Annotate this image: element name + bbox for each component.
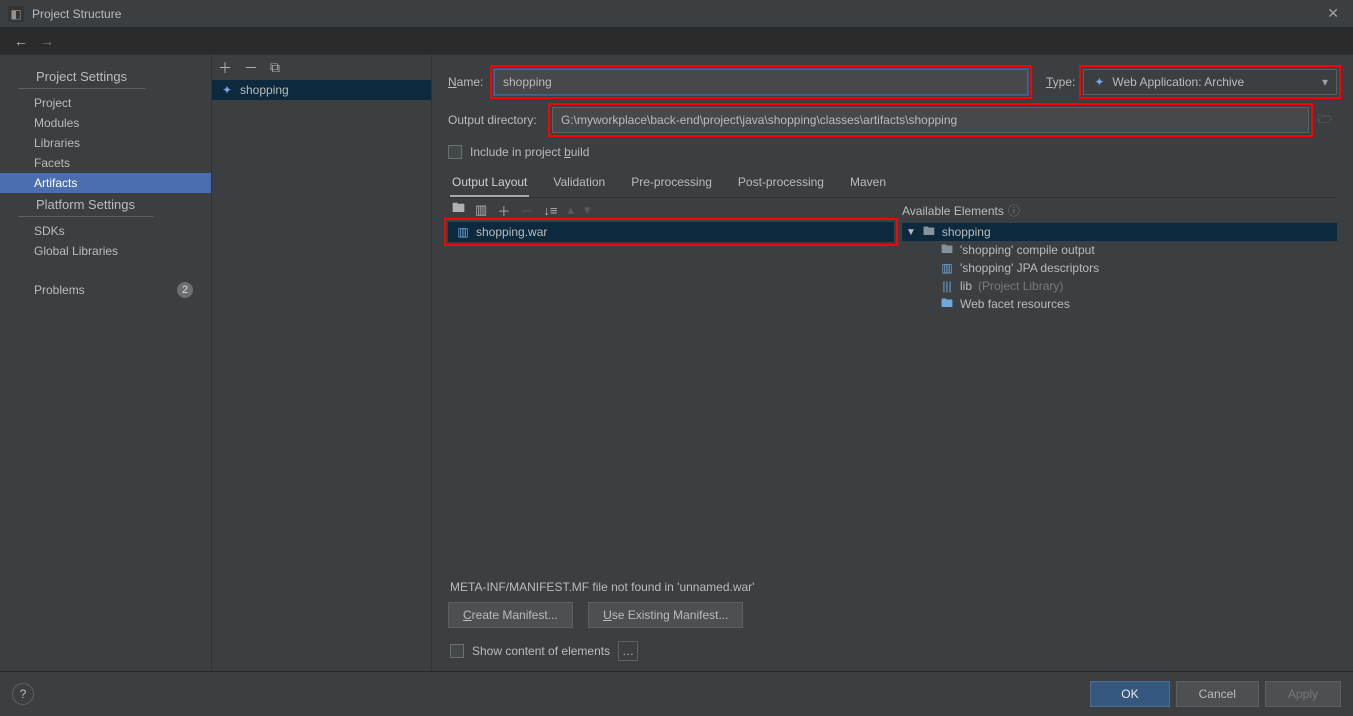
web-icon: ✦ [1092,75,1106,89]
sidebar-item-artifacts[interactable]: Artifacts [0,173,211,193]
sidebar-heading-project: Project Settings [18,65,145,89]
tab-pre-processing[interactable]: Pre-processing [629,169,714,197]
artifacts-list: ＋ － ⧉ ✦ shopping [212,55,432,671]
apply-button[interactable]: Apply [1265,681,1341,707]
avail-root[interactable]: ▼ 🖿 shopping [902,223,1337,241]
output-toolbar: 🖿 ▥ ＋ － ↓≡ ▴ ▾ [448,198,894,222]
create-manifest-button[interactable]: Create Manifest... [448,602,573,628]
artifact-label: shopping [240,83,289,97]
folder-icon: 🖿 [922,225,936,239]
remove-item-icon[interactable]: － [520,201,533,220]
close-icon[interactable]: ✕ [1321,5,1345,22]
forward-icon[interactable]: → [34,33,60,49]
sort-icon[interactable]: ↓≡ [543,203,557,218]
copy-icon[interactable]: ⧉ [270,59,280,76]
archive-icon: ▥ [456,225,470,239]
library-icon: ||| [940,279,954,293]
back-icon[interactable]: ← [8,33,34,49]
window-title: Project Structure [32,7,1321,21]
sidebar: Project Settings Project Modules Librari… [0,55,212,671]
footer: ? OK Cancel Apply [0,671,1353,716]
outdir-input[interactable] [552,107,1309,133]
type-label: Type: [1046,75,1075,89]
sidebar-item-facets[interactable]: Facets [0,153,211,173]
use-existing-manifest-button[interactable]: Use Existing Manifest... [588,602,743,628]
move-up-icon[interactable]: ▴ [567,202,574,218]
show-content-label: Show content of elements [472,644,610,658]
avail-jpa-descriptors[interactable]: ▥ 'shopping' JPA descriptors [902,259,1337,277]
type-value: Web Application: Archive [1112,75,1244,89]
artifact-row[interactable]: ✦ shopping [212,80,431,100]
output-icon: 🖿 [940,243,954,257]
problems-count-badge: 2 [177,282,193,298]
manifest-message: META-INF/MANIFEST.MF file not found in '… [448,572,894,602]
nav-bar: ← → [0,28,1353,55]
outdir-label: Output directory: [448,113,552,127]
name-input[interactable] [494,69,1028,95]
avail-compile-output[interactable]: 🖿 'shopping' compile output [902,241,1337,259]
sidebar-item-project[interactable]: Project [0,93,211,113]
cancel-button[interactable]: Cancel [1176,681,1259,707]
tab-validation[interactable]: Validation [551,169,607,197]
help-icon[interactable]: ⓘ [1008,202,1020,219]
expand-icon[interactable]: ▼ [906,227,916,238]
include-build-label: Include in project build [470,145,589,159]
sidebar-item-libraries[interactable]: Libraries [0,133,211,153]
tab-post-processing[interactable]: Post-processing [736,169,826,197]
add-icon[interactable]: ＋ [218,58,232,78]
name-label: Name: [448,75,494,89]
avail-web-facet[interactable]: 🖿 Web facet resources [902,295,1337,313]
title-bar: ◧ Project Structure ✕ [0,0,1353,28]
chevron-down-icon: ▾ [1322,75,1328,89]
sidebar-heading-platform: Platform Settings [18,193,153,217]
output-war-label: shopping.war [476,225,547,239]
jpa-icon: ▥ [940,261,954,275]
type-combo[interactable]: ✦ Web Application: Archive ▾ [1083,69,1337,95]
tabs: Output Layout Validation Pre-processing … [448,169,1337,198]
new-archive-icon[interactable]: ▥ [475,202,487,218]
content-panel: Name: Type: ✦ Web Application: Archive ▾… [432,55,1353,671]
add-copy-icon[interactable]: ＋ [497,201,510,220]
ok-button[interactable]: OK [1090,681,1169,707]
show-content-checkbox[interactable] [450,644,464,658]
sidebar-item-modules[interactable]: Modules [0,113,211,133]
sidebar-item-sdks[interactable]: SDKs [0,221,211,241]
output-war-item[interactable]: ▥ shopping.war [448,222,894,242]
new-folder-icon[interactable]: 🖿 [452,199,465,221]
avail-root-label: shopping [942,225,991,239]
include-build-checkbox[interactable] [448,145,462,159]
archive-icon: ✦ [220,83,234,97]
avail-lib[interactable]: ||| lib (Project Library) [902,277,1337,295]
ellipsis-button[interactable]: … [618,641,638,661]
tab-maven[interactable]: Maven [848,169,888,197]
available-elements-panel: Available Elements ⓘ ▼ 🖿 shopping 🖿 'sho… [902,198,1337,628]
remove-icon[interactable]: － [244,58,258,78]
output-layout-panel: 🖿 ▥ ＋ － ↓≡ ▴ ▾ ▥ shopping.war META-INF/M… [448,198,894,628]
web-facet-icon: 🖿 [940,297,954,311]
app-icon: ◧ [8,6,24,22]
sidebar-item-problems[interactable]: Problems 2 [0,279,211,301]
move-down-icon[interactable]: ▾ [584,202,591,218]
tab-output-layout[interactable]: Output Layout [450,169,529,197]
available-elements-header: Available Elements ⓘ [902,198,1337,223]
sidebar-item-global-libraries[interactable]: Global Libraries [0,241,211,261]
browse-folder-icon[interactable]: 🗁 [1313,107,1337,133]
help-button[interactable]: ? [12,683,34,705]
artifacts-toolbar: ＋ － ⧉ [212,55,431,80]
